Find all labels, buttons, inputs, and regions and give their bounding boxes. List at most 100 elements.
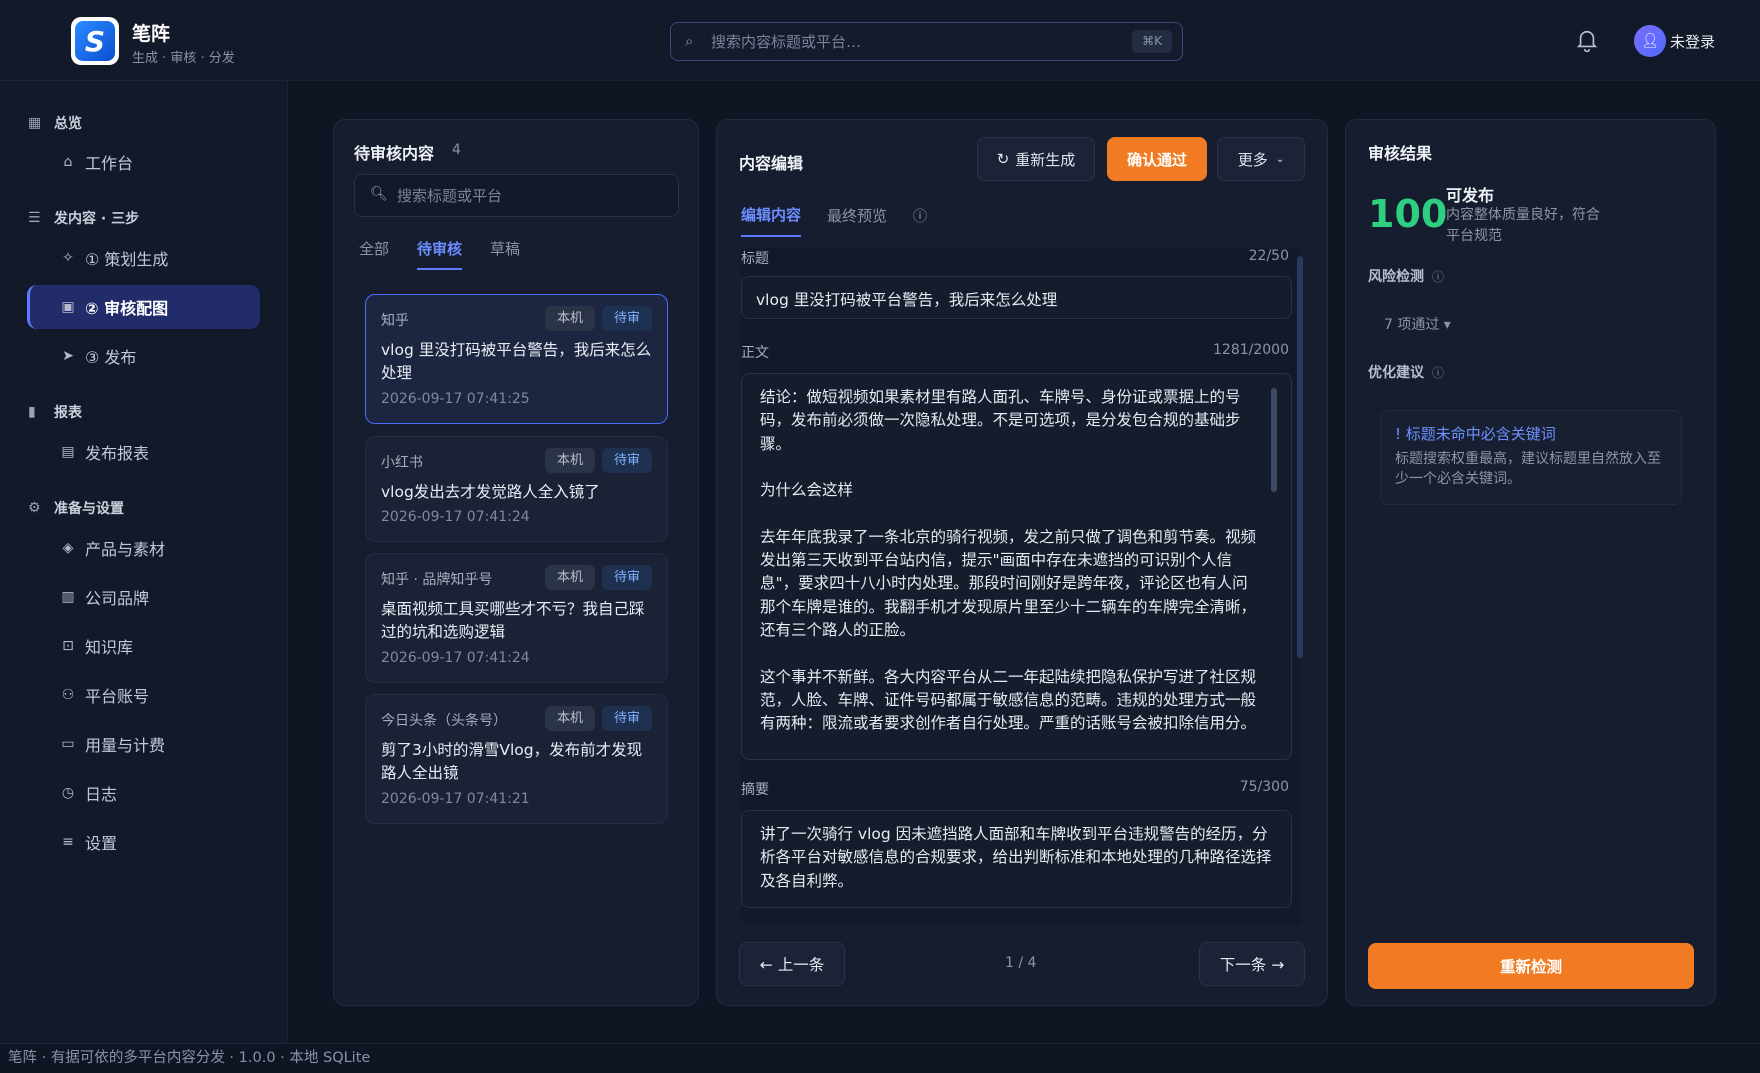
review-result-panel: 审核结果 100 可发布 内容整体质量良好，符合平台规范 风险检测 ⓘ 7 项通过…	[1345, 119, 1716, 1006]
next-button[interactable]: 下一条 →	[1199, 942, 1305, 986]
tab-edit[interactable]: 编辑内容	[741, 204, 802, 237]
sidebar-item-accounts[interactable]: ⚇ 平台账号	[27, 673, 260, 717]
queue-title: 待审核内容	[354, 144, 435, 163]
card-title: vlog 里没打码被平台警告，我后来怎么处理	[381, 341, 652, 382]
card-platform: 小红书	[381, 455, 423, 471]
body-paragraph: 结论：做短视频如果素材里有路人面孔、车牌号、身份证或票据上的号码，发布前必须做一…	[760, 388, 1241, 453]
title-input[interactable]: vlog 里没打码被平台警告，我后来怎么处理	[741, 276, 1292, 319]
summary-char-count: 75/300	[1239, 779, 1289, 795]
queue-tabs: 全部 待审核 草稿	[359, 238, 520, 270]
card-platform: 知乎 · 品牌知乎号	[381, 572, 493, 588]
info-icon[interactable]: ⓘ	[1432, 268, 1444, 285]
queue-card[interactable]: 小红书 本机 待审 vlog发出去才发觉路人全入镜了 2026-09-17 07…	[365, 436, 668, 542]
queue-card[interactable]: 知乎 本机 待审 vlog 里没打码被平台警告，我后来怎么处理 2026-09-…	[365, 294, 668, 424]
editor-tabs: 编辑内容 最终预览 ⓘ	[741, 204, 927, 237]
risk-section-label: 风险检测 ⓘ	[1368, 268, 1445, 285]
info-icon[interactable]: ⓘ	[1432, 364, 1444, 381]
queue-card[interactable]: 今日头条（头条号） 本机 待审 剪了3小时的滑雪Vlog，发布前才发现路人全出镜…	[365, 694, 668, 824]
user-icon: 👤︎	[1641, 33, 1659, 49]
edit-area[interactable]: 标题 22/50 vlog 里没打码被平台警告，我后来怎么处理 正文 1281/…	[741, 248, 1301, 925]
grid-icon: ▦	[28, 115, 42, 131]
local-badge: 本机	[544, 448, 595, 473]
more-button[interactable]: 更多 ⌄	[1217, 137, 1305, 181]
pager: 1 / 4	[1005, 955, 1037, 971]
card-title: 剪了3小时的滑雪Vlog，发布前才发现路人全出镜	[381, 741, 643, 782]
sidebar-item-knowledge[interactable]: ⊡ 知识库	[27, 624, 260, 668]
app-logo[interactable]: S	[71, 17, 119, 65]
review-title: 审核结果	[1368, 144, 1433, 163]
sidebar-item-products[interactable]: ◈ 产品与素材	[27, 526, 260, 570]
app-name: 笔阵	[132, 23, 171, 45]
status-badge: 待审	[601, 306, 652, 331]
confirm-button[interactable]: 确认通过	[1107, 137, 1207, 181]
global-search-input[interactable]	[711, 29, 1091, 55]
sidebar-item-billing[interactable]: ▭ 用量与计费	[27, 722, 260, 766]
global-search[interactable]: ⌕ ⌘K	[670, 22, 1183, 61]
send-icon: ➤	[62, 348, 74, 364]
regenerate-button[interactable]: ↻ 重新生成	[977, 137, 1095, 181]
card-time: 2026-09-17 07:41:21	[381, 791, 530, 807]
content-editor-panel: 内容编辑 ↻ 重新生成 确认通过 更多 ⌄ 编辑内容 最终预览 ⓘ 标题 22/50…	[716, 119, 1328, 1006]
building-icon: ▥	[61, 589, 75, 605]
suggest-section-label: 优化建议 ⓘ	[1368, 364, 1445, 381]
review-queue-panel: 待审核内容 4 🔍︎ 全部 待审核 草稿 知乎 本机 待审 vlog 里没打码被…	[333, 119, 699, 1006]
quality-score: 100	[1368, 192, 1448, 236]
bell-icon[interactable]	[1576, 27, 1598, 53]
local-badge: 本机	[544, 706, 595, 731]
title-field-label: 标题	[741, 251, 769, 267]
prev-button[interactable]: ← 上一条	[739, 942, 845, 986]
bookmark-icon: ⊡	[62, 638, 74, 654]
status-footer: 笔阵 · 有据可依的多平台内容分发 · 1.0.0 · 本地 SQLite	[0, 1043, 1760, 1073]
sidebar-group-report: ▮ 报表	[28, 404, 82, 421]
sidebar-item-plan[interactable]: ✧ ① 策划生成	[27, 236, 260, 280]
sidebar-item-publish-report[interactable]: ▤ 发布报表	[27, 430, 260, 474]
suggestion-desc: 标题搜索权重最高，建议标题里自然放入至少一个必含关键词。	[1395, 451, 1661, 487]
tab-preview[interactable]: 最终预览	[827, 205, 887, 236]
chevron-down-icon: ⌄	[1275, 153, 1285, 165]
card-platform: 知乎	[381, 313, 409, 329]
sidebar-item-review[interactable]: ▣ ② 审核配图	[27, 285, 260, 329]
top-bar: S 笔阵 生成 · 审核 · 分发 ⌕ ⌘K 👤︎ 未登录	[0, 0, 1760, 81]
body-field-label: 正文	[741, 345, 769, 361]
body-paragraph: 为什么会这样	[760, 481, 854, 500]
local-badge: 本机	[544, 306, 595, 331]
body-textarea[interactable]: 结论：做短视频如果素材里有路人面孔、车牌号、身份证或票据上的号码，发布前必须做一…	[741, 373, 1292, 760]
editor-title: 内容编辑	[739, 154, 804, 173]
user-avatar[interactable]: 👤︎	[1634, 25, 1666, 57]
summary-textarea[interactable]: 讲了一次骑行 vlog 因未遮挡路人面部和车牌收到平台违规警告的经历，分析各平台…	[741, 810, 1292, 908]
info-icon[interactable]: ⓘ	[913, 206, 927, 236]
summary-field-label: 摘要	[741, 782, 769, 798]
queue-search-input[interactable]	[397, 184, 657, 208]
search-shortcut: ⌘K	[1132, 30, 1172, 53]
image-icon: ▣	[61, 299, 75, 315]
body-char-count: 1281/2000	[1213, 342, 1289, 358]
queue-search[interactable]: 🔍︎	[354, 174, 679, 217]
sidebar-item-logs[interactable]: ◷ 日志	[27, 771, 260, 815]
tab-all[interactable]: 全部	[359, 238, 389, 270]
title-char-count: 22/50	[1248, 248, 1289, 264]
recheck-button[interactable]: 重新检测	[1368, 943, 1694, 989]
login-status[interactable]: 未登录	[1670, 31, 1715, 52]
queue-card[interactable]: 知乎 · 品牌知乎号 本机 待审 桌面视频工具买哪些才不亏？我自己踩过的坑和选购…	[365, 553, 668, 683]
credit-card-icon: ▭	[61, 736, 75, 752]
local-badge: 本机	[544, 565, 595, 590]
home-icon: ⌂	[63, 154, 73, 170]
body-paragraph: 这个事并不新鲜。各大内容平台从二一年起陆续把隐私保护写进了社区规范，人脸、车牌、…	[760, 667, 1257, 733]
body-scrollbar[interactable]	[1271, 388, 1277, 492]
sidebar-item-settings[interactable]: ≡ 设置	[27, 820, 260, 864]
sparkle-icon: ✧	[62, 250, 74, 266]
tab-pending[interactable]: 待审核	[417, 238, 463, 270]
tab-drafts[interactable]: 草稿	[490, 238, 520, 270]
card-title: vlog发出去才发觉路人全入镜了	[381, 483, 600, 501]
risk-pass-toggle[interactable]: 7 项通过 ▾	[1384, 314, 1451, 334]
sidebar-item-brand[interactable]: ▥ 公司品牌	[27, 575, 260, 619]
suggestion-card[interactable]: ! 标题未命中必含关键词 标题搜索权重最高，建议标题里自然放入至少一个必含关键词…	[1380, 410, 1682, 505]
card-time: 2026-09-17 07:41:24	[381, 650, 530, 666]
sidebar-group-content: ☰ 发内容 · 三步	[28, 210, 140, 227]
editor-scrollbar[interactable]	[1297, 256, 1303, 658]
sidebar-item-workbench[interactable]: ⌂ 工作台	[27, 140, 260, 184]
refresh-icon: ↻	[996, 150, 1010, 168]
sidebar-item-publish[interactable]: ➤ ③ 发布	[27, 334, 260, 378]
search-icon: 🔍︎	[370, 186, 388, 202]
layers-icon: ◈	[62, 540, 74, 556]
